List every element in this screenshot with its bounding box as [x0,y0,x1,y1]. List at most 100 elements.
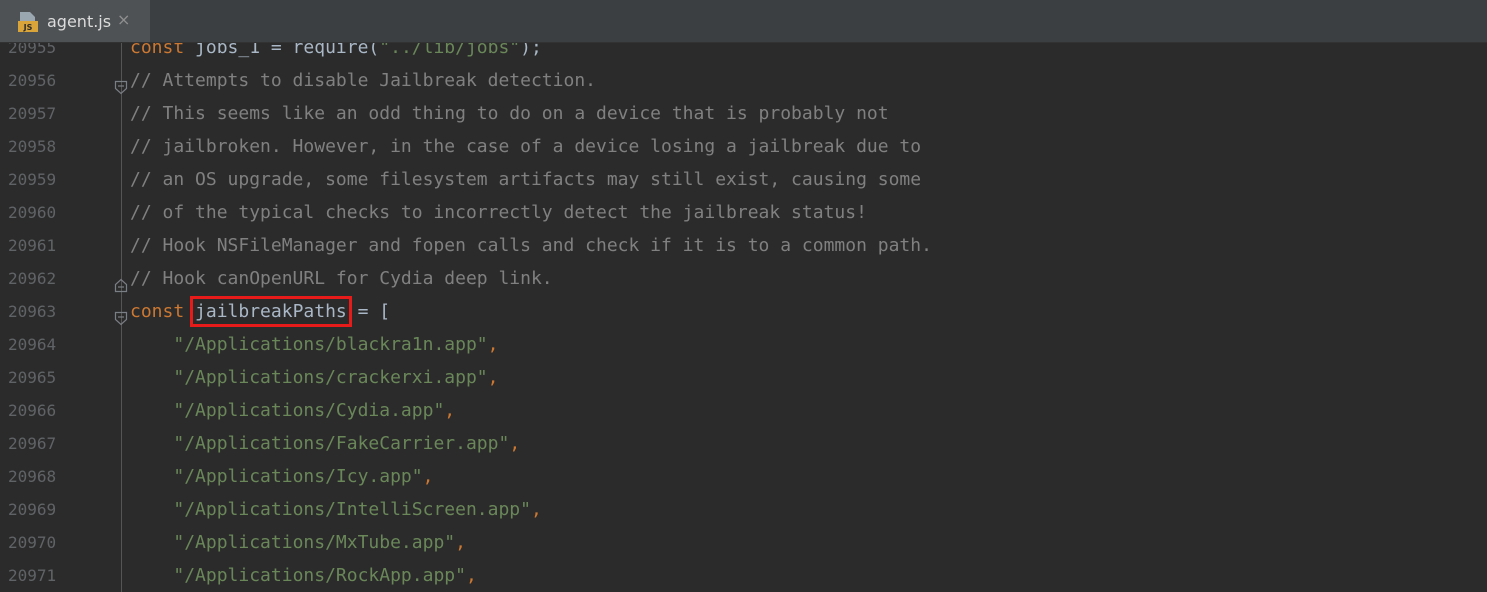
code-token: = [ [346,301,391,322]
line-number: 20959 [8,170,57,189]
line-code: // Hook canOpenURL for Cydia deep link. [130,262,553,295]
line-number: 20956 [8,71,57,90]
code-token: "/Applications/MxTube.app" [173,532,456,553]
tab-icon-label: JS [23,23,33,32]
line-code: "/Applications/MxTube.app", [130,526,466,559]
code-token: , [487,334,499,355]
line-code: // an OS upgrade, some filesystem artifa… [130,163,921,196]
code-token: ); [520,43,542,58]
code-token: const [130,43,185,58]
code-line[interactable]: 20957 // This seems like an odd thing to … [0,97,1487,130]
code-token: , [465,565,477,586]
code-token: // This seems like an odd thing to do on… [130,103,889,124]
line-number: 20971 [8,566,57,585]
line-number: 20970 [8,533,57,552]
line-code: // jailbroken. However, in the case of a… [130,130,921,163]
code-token: , [455,532,466,553]
code-token: jobs_1 = require( [184,43,380,58]
line-number: 20958 [8,137,57,156]
code-token: "../lib/jobs" [379,43,521,58]
code-line[interactable]: 20968 "/Applications/Icy.app", [0,460,1487,493]
line-number: 20966 [8,401,57,420]
code-line[interactable]: 20962 // Hook canOpenURL for Cydia deep l… [0,262,1487,295]
code-token: // Attempts to disable Jailbreak detecti… [130,70,596,91]
line-code: "/Applications/FakeCarrier.app", [130,427,520,460]
tab-agent-js[interactable]: JS agent.js × [0,0,150,42]
code-line[interactable]: 20955 const jobs_1 = require("../lib/jobs… [0,43,1487,64]
code-line[interactable]: 20964 "/Applications/blackra1n.app", [0,328,1487,361]
line-code: const jailbreakPaths = [ [130,295,390,328]
code-line[interactable]: 20956 // Attempts to disable Jailbreak de… [0,64,1487,97]
code-token: // Hook NSFileManager and fopen calls an… [130,235,932,256]
fold-open-icon[interactable] [114,73,128,95]
fold-open-icon[interactable] [114,304,128,326]
code-token: "/Applications/crackerxi.app" [173,367,488,388]
code-line[interactable]: 20958 // jailbroken. However, in the case… [0,130,1487,163]
line-number: 20967 [8,434,57,453]
line-number: 20963 [8,302,57,321]
line-code: // of the typical checks to incorrectly … [130,196,867,229]
line-number: 20968 [8,467,57,486]
code-token: , [444,400,456,421]
code-token: "/Applications/RockApp.app" [173,565,466,586]
code-line[interactable]: 20966 "/Applications/Cydia.app", [0,394,1487,427]
line-number: 20965 [8,368,57,387]
code-token: , [509,433,521,454]
line-number: 20969 [8,500,57,519]
code-token: // of the typical checks to incorrectly … [130,202,867,223]
code-line[interactable]: 20970 "/Applications/MxTube.app", [0,526,1487,559]
highlighted-identifier: jailbreakPaths [190,296,352,327]
line-code: "/Applications/RockApp.app", [130,559,477,592]
line-code: // Attempts to disable Jailbreak detecti… [130,64,596,97]
line-number: 20962 [8,269,57,288]
line-code: const jobs_1 = require("../lib/jobs"); [130,43,542,64]
fold-close-icon[interactable] [114,271,128,293]
editor-tab-bar: JS agent.js × [0,0,1487,43]
code-token: "/Applications/IntelliScreen.app" [173,499,531,520]
code-line[interactable]: 20971 "/Applications/RockApp.app", [0,559,1487,592]
code-line[interactable]: 20967 "/Applications/FakeCarrier.app", [0,427,1487,460]
line-code: // Hook NSFileManager and fopen calls an… [130,229,932,262]
line-number: 20957 [8,104,57,123]
line-number: 20964 [8,335,57,354]
code-token: // Hook canOpenURL for Cydia deep link. [130,268,553,289]
code-token: , [487,367,499,388]
javascript-file-icon: JS [18,11,38,33]
close-icon[interactable]: × [117,10,130,29]
code-token: "/Applications/blackra1n.app" [173,334,488,355]
code-token: , [530,499,542,520]
code-line[interactable]: 20960 // of the typical checks to incorre… [0,196,1487,229]
line-code: "/Applications/blackra1n.app", [130,328,498,361]
code-token: "/Applications/Icy.app" [173,466,423,487]
code-line[interactable]: 20969 "/Applications/IntelliScreen.app", [0,493,1487,526]
code-line[interactable]: 20961 // Hook NSFileManager and fopen cal… [0,229,1487,262]
line-number: 20961 [8,236,57,255]
code-token: "/Applications/Cydia.app" [173,400,445,421]
code-token: "/Applications/FakeCarrier.app" [173,433,510,454]
tab-label: agent.js [47,12,112,31]
code-line[interactable]: 20965 "/Applications/crackerxi.app", [0,361,1487,394]
code-token: // jailbroken. However, in the case of a… [130,136,922,157]
line-code: "/Applications/IntelliScreen.app", [130,493,542,526]
code-editor[interactable]: 20955 const jobs_1 = require("../lib/jobs… [0,43,1487,592]
line-code: "/Applications/Cydia.app", [130,394,455,427]
line-code: "/Applications/crackerxi.app", [130,361,498,394]
code-token: // an OS upgrade, some filesystem artifa… [130,169,922,190]
line-number: 20955 [8,43,57,57]
code-line[interactable]: 20963 const jailbreakPaths = [ [0,295,1487,328]
line-code: // This seems like an odd thing to do on… [130,97,889,130]
line-code: "/Applications/Icy.app", [130,460,433,493]
code-token: , [422,466,434,487]
code-line[interactable]: 20959 // an OS upgrade, some filesystem a… [0,163,1487,196]
code-token: const [130,301,185,322]
line-number: 20960 [8,203,57,222]
